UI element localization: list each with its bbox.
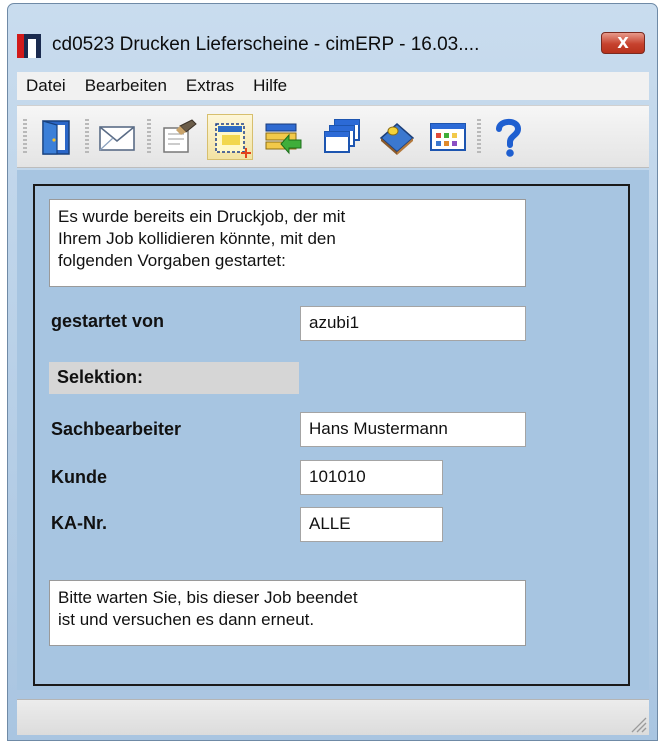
close-button[interactable]: X (601, 32, 645, 54)
client-area: Es wurde bereits ein Druckjob, der mit I… (17, 170, 649, 690)
toolbar-separator (477, 119, 481, 155)
windows-stack-icon (324, 119, 360, 153)
order-number-label: KA-Nr. (51, 513, 108, 533)
toolbar-separator (85, 119, 89, 155)
grid-view-icon (430, 123, 466, 151)
status-bar (17, 699, 649, 735)
help-icon (496, 118, 522, 157)
app-window: cd0523 Drucken Lieferscheine - cimERP - … (7, 3, 658, 741)
book-icon (379, 123, 415, 155)
toolbar (17, 105, 649, 168)
new-selection-button[interactable] (207, 114, 253, 160)
order-number-field: ALLE (300, 507, 443, 542)
mail-envelope-icon (99, 126, 135, 151)
clerk-field: Hans Mustermann (300, 412, 526, 447)
toolbar-separator (23, 119, 27, 155)
exit-button[interactable] (33, 114, 79, 160)
window-title: cd0523 Drucken Lieferscheine - cimERP - … (52, 34, 480, 55)
app-logo-icon[interactable] (17, 34, 41, 58)
started-by-label: gestartet von (51, 311, 165, 331)
wait-message: Bitte warten Sie, bis dieser Job beendet… (49, 580, 526, 646)
exit-door-icon (42, 120, 70, 155)
edit-document-icon (163, 119, 197, 153)
title-bar[interactable]: cd0523 Drucken Lieferscheine - cimERP - … (8, 4, 657, 70)
edit-button[interactable] (156, 114, 202, 160)
transfer-button[interactable] (261, 114, 307, 160)
toolbar-separator (147, 119, 151, 155)
conflict-message: Es wurde bereits ein Druckjob, der mit I… (49, 199, 526, 287)
menu-datei[interactable]: Datei (17, 76, 76, 96)
transfer-list-icon (265, 123, 302, 155)
new-selection-icon (215, 123, 251, 158)
help-button[interactable] (485, 114, 531, 160)
menu-extras[interactable]: Extras (177, 76, 244, 96)
conflict-panel: Es wurde bereits ein Druckjob, der mit I… (33, 184, 630, 686)
started-by-field: azubi1 (300, 306, 526, 341)
selection-header: Selektion: (49, 362, 299, 394)
clerk-label: Sachbearbeiter (51, 419, 182, 439)
mail-button[interactable] (94, 114, 140, 160)
customer-label: Kunde (51, 467, 107, 487)
menu-bar: Datei Bearbeiten Extras Hilfe (17, 72, 649, 100)
menu-bearbeiten[interactable]: Bearbeiten (76, 76, 177, 96)
windows-button[interactable] (319, 114, 365, 160)
menu-hilfe[interactable]: Hilfe (244, 76, 297, 96)
customer-field: 101010 (300, 460, 443, 495)
book-button[interactable] (373, 114, 419, 160)
grid-button[interactable] (425, 114, 471, 160)
resize-grip-icon[interactable] (627, 713, 647, 733)
